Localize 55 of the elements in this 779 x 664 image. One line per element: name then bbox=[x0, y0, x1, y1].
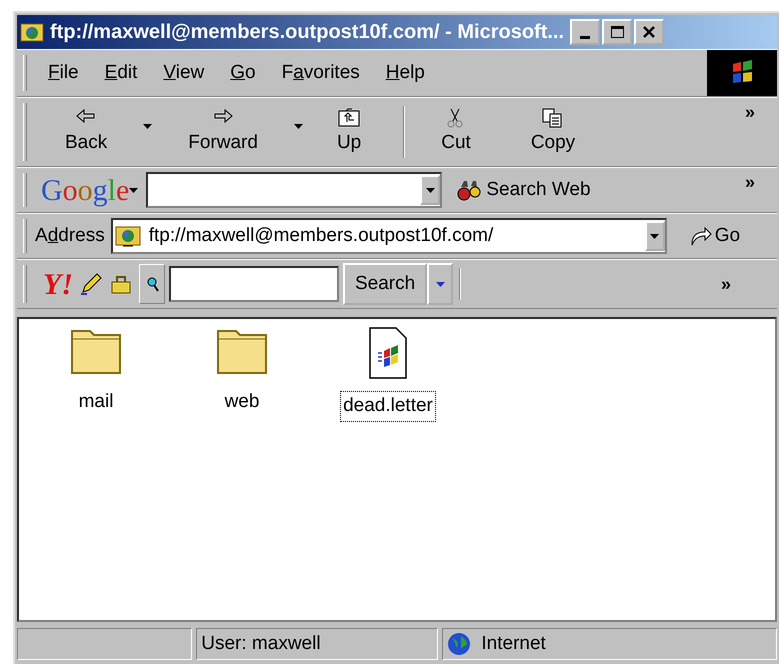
maximize-icon bbox=[610, 25, 624, 39]
binoculars-icon bbox=[456, 179, 482, 201]
folder-icon[interactable] bbox=[216, 327, 268, 375]
minimize-button[interactable] bbox=[570, 19, 600, 45]
window-title: ftp://maxwell@members.outpost10f.com/ - Microsoft... bbox=[50, 20, 564, 45]
menu-item[interactable]: View bbox=[150, 58, 218, 88]
folder-up-icon bbox=[337, 106, 362, 129]
dropdown-button[interactable] bbox=[420, 175, 440, 205]
caret-icon bbox=[650, 234, 660, 238]
toolbar-button[interactable]: Cut bbox=[433, 104, 479, 160]
address-field[interactable]: ftp://maxwell@members.outpost10f.com/ bbox=[110, 218, 667, 254]
menu-item[interactable]: Go bbox=[217, 58, 269, 88]
magnifier-icon bbox=[145, 276, 159, 292]
chevron-button[interactable]: » bbox=[738, 98, 761, 127]
search-web-button[interactable]: Search Web bbox=[448, 174, 599, 206]
file-name[interactable]: dead.letter bbox=[340, 391, 436, 422]
toolbar-button[interactable]: Copy bbox=[522, 104, 584, 160]
go-arrow-icon bbox=[688, 225, 713, 247]
folder-icon[interactable] bbox=[70, 327, 122, 375]
search-button[interactable]: Search bbox=[343, 263, 428, 305]
menu-item[interactable]: Edit bbox=[92, 58, 150, 88]
app-icon bbox=[20, 21, 44, 43]
file-name[interactable]: mail bbox=[76, 387, 116, 418]
document-icon[interactable] bbox=[368, 327, 408, 379]
folder-globe-icon bbox=[114, 224, 141, 248]
close-icon bbox=[642, 25, 656, 39]
caret-icon bbox=[294, 124, 303, 130]
globe-icon bbox=[447, 632, 472, 656]
caret-icon bbox=[129, 188, 138, 192]
search-field[interactable] bbox=[146, 172, 442, 208]
file-name[interactable]: web bbox=[222, 387, 262, 418]
search-field[interactable] bbox=[169, 266, 339, 302]
address-text: ftp://maxwell@members.outpost10f.com/ bbox=[148, 224, 494, 248]
windows-logo-icon bbox=[707, 50, 777, 96]
menu-item[interactable]: Help bbox=[372, 58, 438, 88]
menu-item[interactable]: Favorites bbox=[268, 58, 373, 88]
toolbar-button[interactable]: Up bbox=[328, 104, 370, 160]
minimize-icon bbox=[580, 36, 590, 38]
caret-icon bbox=[436, 282, 445, 286]
toolbar-button[interactable]: Forward bbox=[180, 104, 266, 160]
toolbar-button[interactable]: Back bbox=[57, 104, 116, 160]
status-text: Internet bbox=[481, 632, 546, 656]
dropdown-button[interactable] bbox=[644, 221, 665, 251]
maximize-button[interactable] bbox=[602, 19, 632, 45]
go-button[interactable]: Go bbox=[680, 220, 748, 252]
address-label: Address bbox=[35, 224, 105, 248]
google-logo[interactable]: Google bbox=[41, 168, 138, 212]
menu-item[interactable]: File bbox=[35, 58, 92, 88]
status-text: User: maxwell bbox=[201, 632, 321, 656]
caret-icon bbox=[143, 124, 152, 130]
close-button[interactable] bbox=[634, 19, 664, 45]
chevron-button[interactable]: » bbox=[738, 168, 761, 197]
pencil-icon bbox=[79, 272, 103, 296]
caret-icon bbox=[426, 188, 435, 192]
chevron-button[interactable]: » bbox=[714, 270, 737, 298]
